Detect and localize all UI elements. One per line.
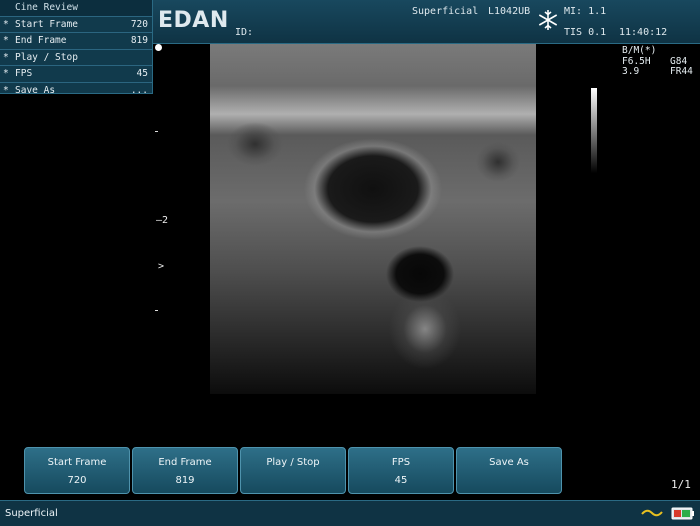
menu-title: Cine Review — [0, 0, 152, 17]
focus-marker: > — [158, 261, 165, 272]
grayscale-bar — [591, 88, 597, 173]
save-as-button[interactable]: Save As — [456, 447, 562, 494]
probe-label: L1042UB — [488, 6, 531, 17]
menu-item-value: 720 — [130, 18, 148, 30]
depth-label: 3.9 — [622, 66, 640, 77]
tis-readout: TIS 0.1 — [564, 27, 607, 38]
menu-item-label: End Frame — [15, 35, 67, 46]
mi-readout: MI: 1.1 — [564, 6, 607, 17]
menu-item-value: 819 — [130, 35, 148, 46]
frame-rate-label: FR44 — [670, 66, 693, 77]
top-header-bar: EDAN ID: Superficial L1042UB MI: 1.1 TIS… — [153, 0, 700, 44]
menu-item-label: FPS — [15, 68, 33, 79]
menu-item-value: 45 — [136, 68, 148, 79]
menu-item-play-stop[interactable]: * Play / Stop — [0, 50, 152, 66]
status-preset: Superficial — [5, 508, 58, 519]
menu-item-end-frame[interactable]: * End Frame 819 — [0, 33, 152, 50]
patient-id-label: ID: — [235, 27, 254, 38]
edan-logo: EDAN — [158, 8, 229, 33]
menu-item-label: Play / Stop — [15, 51, 78, 63]
menu-item-fps[interactable]: * FPS 45 — [0, 66, 152, 83]
preset-label: Superficial — [412, 6, 479, 17]
cine-review-menu: Cine Review * Start Frame 720 * End Fram… — [0, 0, 153, 96]
menu-item-start-frame[interactable]: * Start Frame 720 — [0, 17, 152, 33]
clock-time: 11:40:12 — [619, 27, 668, 38]
freeze-snowflake-icon — [538, 10, 558, 30]
ultrasound-image[interactable] — [210, 44, 536, 394]
orientation-marker — [155, 44, 162, 51]
play-stop-button[interactable]: Play / Stop — [240, 447, 346, 494]
depth-scale-label: —2 — [156, 215, 169, 226]
depth-tick — [155, 131, 158, 132]
menu-item-label: Save As — [15, 84, 56, 96]
menu-item-label: Start Frame — [15, 18, 78, 30]
menu-item-save-as[interactable]: * Save As ... — [0, 83, 152, 99]
fps-button[interactable]: FPS 45 — [348, 447, 454, 494]
ac-power-icon — [641, 509, 663, 517]
mode-label: B/M(*) — [622, 45, 657, 56]
imaging-parameters: B/M(*) F6.5H G84 3.9 FR44 — [622, 45, 693, 78]
start-frame-button[interactable]: Start Frame 720 — [24, 447, 130, 494]
status-bar: Superficial — [0, 500, 700, 526]
end-frame-button[interactable]: End Frame 819 — [132, 447, 238, 494]
menu-item-value: ... — [130, 84, 148, 96]
depth-tick — [155, 310, 158, 311]
page-indicator: 1/1 — [671, 478, 691, 491]
battery-icon — [671, 507, 694, 520]
